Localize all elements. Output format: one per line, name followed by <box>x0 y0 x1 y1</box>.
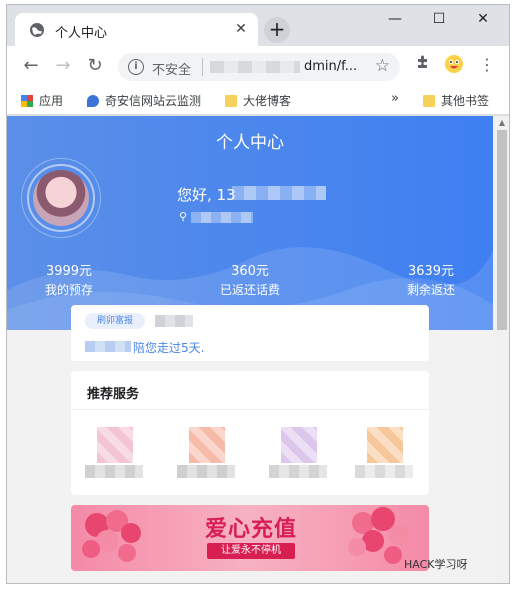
browser-window: 个人中心 ✕ + — ☐ ✕ ← → ↻ i 不安全 dmin/f... ☆ ⋮… <box>6 4 510 584</box>
location-pin-icon: ⚲ <box>179 210 188 223</box>
redacted-member-prefix <box>85 341 131 352</box>
bookmark-qianxin[interactable]: 奇安信网站云监测 <box>87 92 201 109</box>
reload-button[interactable]: ↻ <box>83 54 107 78</box>
card-divider <box>71 409 429 410</box>
globe-icon <box>30 23 44 37</box>
stat-value: 360元 <box>231 264 269 279</box>
bookmarks-overflow-icon[interactable]: » <box>391 91 399 106</box>
service-label-redacted <box>355 465 413 478</box>
omnibox-divider <box>202 58 203 76</box>
stat-returned[interactable]: 360元 已返还话费 <box>190 260 310 298</box>
redacted-member-name <box>155 315 193 327</box>
membership-days-text: 陪您走过5天. <box>133 341 205 355</box>
scrollbar-thumb[interactable] <box>497 130 507 330</box>
watermark-text: HACK学习呀 <box>404 558 468 571</box>
stat-label: 已返还话费 <box>219 283 280 297</box>
scroll-up-icon[interactable]: ▲ <box>497 118 507 128</box>
service-label-redacted <box>85 465 143 478</box>
profile-header: 个人中心 您好, 13 ⚲ 3999元 我的预存 360元 已返还话费 3639… <box>7 116 493 330</box>
membership-tag: 刷卯富报 <box>85 313 145 329</box>
recommend-services-card: 推荐服务 <box>71 371 429 495</box>
service-icon <box>281 427 317 463</box>
service-label-redacted <box>177 465 235 478</box>
forward-button[interactable]: → <box>51 54 75 78</box>
service-icon <box>189 427 225 463</box>
stat-label: 剩余返还 <box>406 283 455 297</box>
close-window-button[interactable]: ✕ <box>461 5 505 35</box>
stat-prepaid[interactable]: 3999元 我的预存 <box>9 260 129 298</box>
bookmarks-bar: 应用 奇安信网站云监测 大佬博客 » 其他书签 <box>7 86 509 115</box>
folder-icon <box>225 95 237 107</box>
stat-remaining[interactable]: 3639元 剩余返还 <box>371 260 491 298</box>
minimize-button[interactable]: — <box>373 5 417 35</box>
recommend-title: 推荐服务 <box>87 387 140 402</box>
avatar[interactable] <box>33 170 89 226</box>
page-title: 个人中心 <box>216 133 284 153</box>
security-label: 不安全 <box>152 63 192 78</box>
bookmark-label: 大佬博客 <box>243 94 292 108</box>
service-item[interactable] <box>269 427 329 483</box>
page-viewport: 个人中心 您好, 13 ⚲ 3999元 我的预存 360元 已返还话费 3639… <box>7 116 493 583</box>
profile-avatar-icon[interactable] <box>443 54 465 76</box>
tab-title: 个人中心 <box>55 26 108 41</box>
tab-personal-center[interactable]: 个人中心 ✕ <box>15 13 258 46</box>
membership-card[interactable]: 刷卯富报 陪您走过5天. <box>71 305 429 361</box>
apps-grid-icon <box>21 95 33 107</box>
stat-value: 3639元 <box>407 264 455 279</box>
bookmark-label: 其他书签 <box>441 94 490 108</box>
service-label-redacted <box>269 465 327 478</box>
bookmark-apps[interactable]: 应用 <box>21 92 63 109</box>
url-text: dmin/f... <box>304 59 358 74</box>
bookmark-label: 奇安信网站云监测 <box>105 94 202 108</box>
balloons-right-image <box>348 507 409 564</box>
redacted-phone <box>232 186 326 200</box>
close-tab-icon[interactable]: ✕ <box>232 20 250 38</box>
bookmark-star-icon[interactable]: ☆ <box>375 56 390 76</box>
maximize-button[interactable]: ☐ <box>417 5 461 35</box>
info-icon[interactable]: i <box>128 59 144 75</box>
redacted-url <box>210 61 300 73</box>
service-item[interactable] <box>85 427 145 483</box>
tab-strip: 个人中心 ✕ + — ☐ ✕ <box>7 5 509 46</box>
balloons-left-image <box>82 510 141 562</box>
shield-icon <box>87 95 99 107</box>
folder-icon <box>423 95 435 107</box>
service-item[interactable] <box>177 427 237 483</box>
extensions-puzzle-icon[interactable] <box>412 54 434 76</box>
redacted-location <box>191 212 253 223</box>
new-tab-button[interactable]: + <box>264 17 290 43</box>
stat-value: 3999元 <box>45 264 93 279</box>
service-icon <box>97 427 133 463</box>
browser-menu-icon[interactable]: ⋮ <box>476 54 498 76</box>
back-button[interactable]: ← <box>19 54 43 78</box>
bookmark-blog-folder[interactable]: 大佬博客 <box>225 92 291 109</box>
service-icon <box>367 427 403 463</box>
bookmark-label: 应用 <box>39 94 64 108</box>
service-item[interactable] <box>355 427 415 483</box>
greeting-text: 您好, 13 <box>177 186 236 204</box>
stat-label: 我的预存 <box>44 283 93 297</box>
bookmark-other-folder[interactable]: 其他书签 <box>423 92 489 109</box>
recharge-banner[interactable]: 爱心充值 让爱永不停机 <box>71 505 429 571</box>
banner-headline: 爱心充值 <box>204 517 297 542</box>
banner-subline: 让爱永不停机 <box>207 543 295 559</box>
page-scrollbar[interactable]: ▲ <box>493 116 509 583</box>
address-bar[interactable]: i 不安全 dmin/f... ☆ <box>118 53 400 81</box>
